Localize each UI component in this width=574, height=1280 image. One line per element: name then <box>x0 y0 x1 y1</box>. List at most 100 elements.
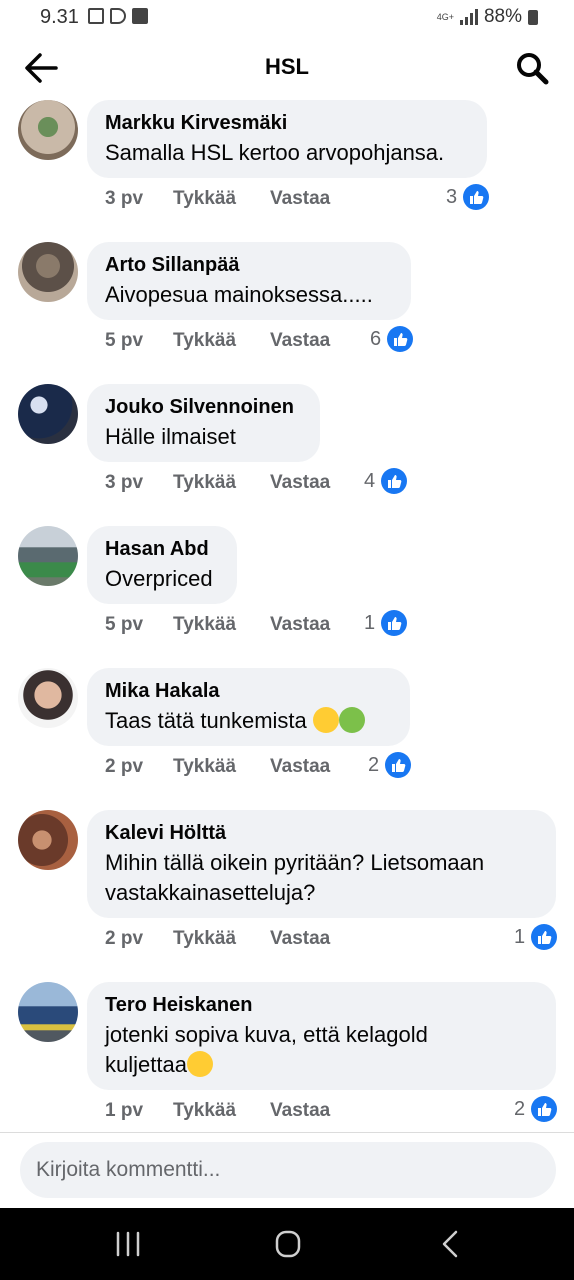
comment-bubble: Kalevi Hölttä Mihin tällä oikein pyritää… <box>87 810 556 918</box>
composer-divider <box>0 1132 574 1133</box>
comment-bubble: Hasan Abd Overpriced <box>87 526 237 604</box>
comment-author[interactable]: Jouko Silvennoinen <box>105 394 302 420</box>
reaction-count[interactable]: 2 <box>514 1096 558 1122</box>
comment-age: 3 pv <box>105 188 144 209</box>
network-type: 4G+ <box>436 11 454 22</box>
status-right: 4G+ 88% <box>437 6 538 28</box>
reply-button[interactable]: Vastaa <box>270 756 330 778</box>
home-icon <box>275 1230 301 1258</box>
top-bar: HSL <box>0 36 574 98</box>
thumbs-up-icon <box>385 752 412 778</box>
like-count: 4 <box>364 469 376 492</box>
comment-age: 2 pv <box>105 756 144 777</box>
comment-author[interactable]: Hasan Abd <box>105 536 219 562</box>
reaction-count[interactable]: 1 <box>514 924 558 950</box>
comment-age: 5 pv <box>105 330 144 351</box>
comment-author[interactable]: Tero Heiskanen <box>105 992 538 1018</box>
avatar[interactable] <box>18 982 78 1042</box>
thumbs-up-icon <box>531 924 558 950</box>
thumbs-up-icon <box>387 326 414 352</box>
battery-icon <box>528 9 538 25</box>
comment-text-content: Taas tätä tunkemista <box>105 708 307 733</box>
comment-text: Hälle ilmaiset <box>105 424 236 449</box>
reaction-count[interactable]: 6 <box>370 326 414 352</box>
search-icon <box>517 53 549 85</box>
comment-age: 2 pv <box>105 928 144 949</box>
search-button[interactable] <box>514 50 550 86</box>
like-button[interactable]: Tykkää <box>173 614 236 636</box>
like-button[interactable]: Tykkää <box>173 472 236 494</box>
reaction-count[interactable]: 2 <box>368 752 412 778</box>
comment-text-line: jotenki sopiva kuva, että kelagold <box>105 1022 428 1047</box>
avatar[interactable] <box>18 810 78 870</box>
notification-icons <box>88 8 148 24</box>
status-time: 9.31 <box>40 6 79 28</box>
comment-text: Samalla HSL kertoo arvopohjansa. <box>105 140 445 165</box>
like-count: 2 <box>514 1097 526 1120</box>
eye-roll-emoji-icon <box>312 707 339 734</box>
comment-text-line: Mihin tällä oikein pyritään? Lietsomaan <box>105 850 485 875</box>
comment-bubble: Mika Hakala Taas tätä tunkemista <box>87 668 410 746</box>
reply-button[interactable]: Vastaa <box>270 472 330 494</box>
comment-text: Aivopesua mainoksessa..... <box>105 282 373 307</box>
like-button[interactable]: Tykkää <box>173 330 236 352</box>
comment-author[interactable]: Mika Hakala <box>105 678 392 704</box>
comment-age: 5 pv <box>105 614 144 635</box>
comment-text-line: vastakkainasetteluja? <box>105 880 316 905</box>
reply-button[interactable]: Vastaa <box>270 928 330 950</box>
thumbs-up-icon <box>381 610 408 636</box>
like-count: 2 <box>368 753 380 776</box>
comment-text-line-wrap: kuljettaa <box>105 1050 538 1080</box>
play-store-icon <box>110 8 126 24</box>
reply-button[interactable]: Vastaa <box>270 330 330 352</box>
comment-bubble: Jouko Silvennoinen Hälle ilmaiset <box>87 384 320 462</box>
battery-level: 88% <box>483 6 522 27</box>
reply-button[interactable]: Vastaa <box>270 1100 330 1122</box>
recent-apps-button[interactable] <box>108 1226 148 1262</box>
system-back-button[interactable] <box>430 1226 470 1262</box>
avatar[interactable] <box>18 526 78 586</box>
like-count: 1 <box>364 611 376 634</box>
reply-button[interactable]: Vastaa <box>270 188 330 210</box>
home-button[interactable] <box>268 1226 308 1262</box>
comment-text: Taas tätä tunkemista <box>105 706 392 736</box>
comment-input[interactable] <box>20 1142 556 1198</box>
avatar[interactable] <box>18 242 78 302</box>
page-title: HSL <box>265 54 309 79</box>
comment-text: jotenki sopiva kuva, että kelagold kuljet… <box>105 1020 538 1080</box>
like-count: 3 <box>446 185 458 208</box>
reaction-count[interactable]: 1 <box>364 610 408 636</box>
reaction-count[interactable]: 4 <box>364 468 408 494</box>
comment-author[interactable]: Markku Kirvesmäki <box>105 110 469 136</box>
like-button[interactable]: Tykkää <box>173 928 236 950</box>
comment-bubble: Arto Sillanpää Aivopesua mainoksessa....… <box>87 242 411 320</box>
chevron-left-icon <box>442 1230 458 1258</box>
comment-age: 3 pv <box>105 472 144 493</box>
thumbs-up-icon <box>463 184 490 210</box>
comment-text: Overpriced <box>105 566 213 591</box>
system-nav-bar <box>0 1208 574 1280</box>
comment-author[interactable]: Arto Sillanpää <box>105 252 393 278</box>
like-count: 1 <box>514 925 526 948</box>
reply-button[interactable]: Vastaa <box>270 614 330 636</box>
avatar[interactable] <box>18 668 78 728</box>
reaction-count[interactable]: 3 <box>446 184 490 210</box>
thumbs-up-icon <box>531 1096 558 1122</box>
like-button[interactable]: Tykkää <box>173 756 236 778</box>
comment-bubble: Markku Kirvesmäki Samalla HSL kertoo arv… <box>87 100 487 178</box>
avatar[interactable] <box>18 100 78 160</box>
like-button[interactable]: Tykkää <box>173 1100 236 1122</box>
like-button[interactable]: Tykkää <box>173 188 236 210</box>
status-bar: 9.31 4G+ 88% <box>0 0 574 36</box>
grinning-face-emoji-icon <box>186 1051 213 1078</box>
recent-apps-icon <box>116 1231 140 1257</box>
nauseated-face-emoji-icon <box>338 707 365 734</box>
comment-bubble: Tero Heiskanen jotenki sopiva kuva, että… <box>87 982 556 1090</box>
signal-icon <box>459 9 478 25</box>
gallery-icon <box>88 8 104 24</box>
comment-text: Mihin tällä oikein pyritään? Lietsomaan v… <box>105 848 538 908</box>
avatar[interactable] <box>18 384 78 444</box>
comment-age: 1 pv <box>105 1100 144 1121</box>
comment-author[interactable]: Kalevi Hölttä <box>105 820 538 846</box>
thumbs-up-icon <box>381 468 408 494</box>
